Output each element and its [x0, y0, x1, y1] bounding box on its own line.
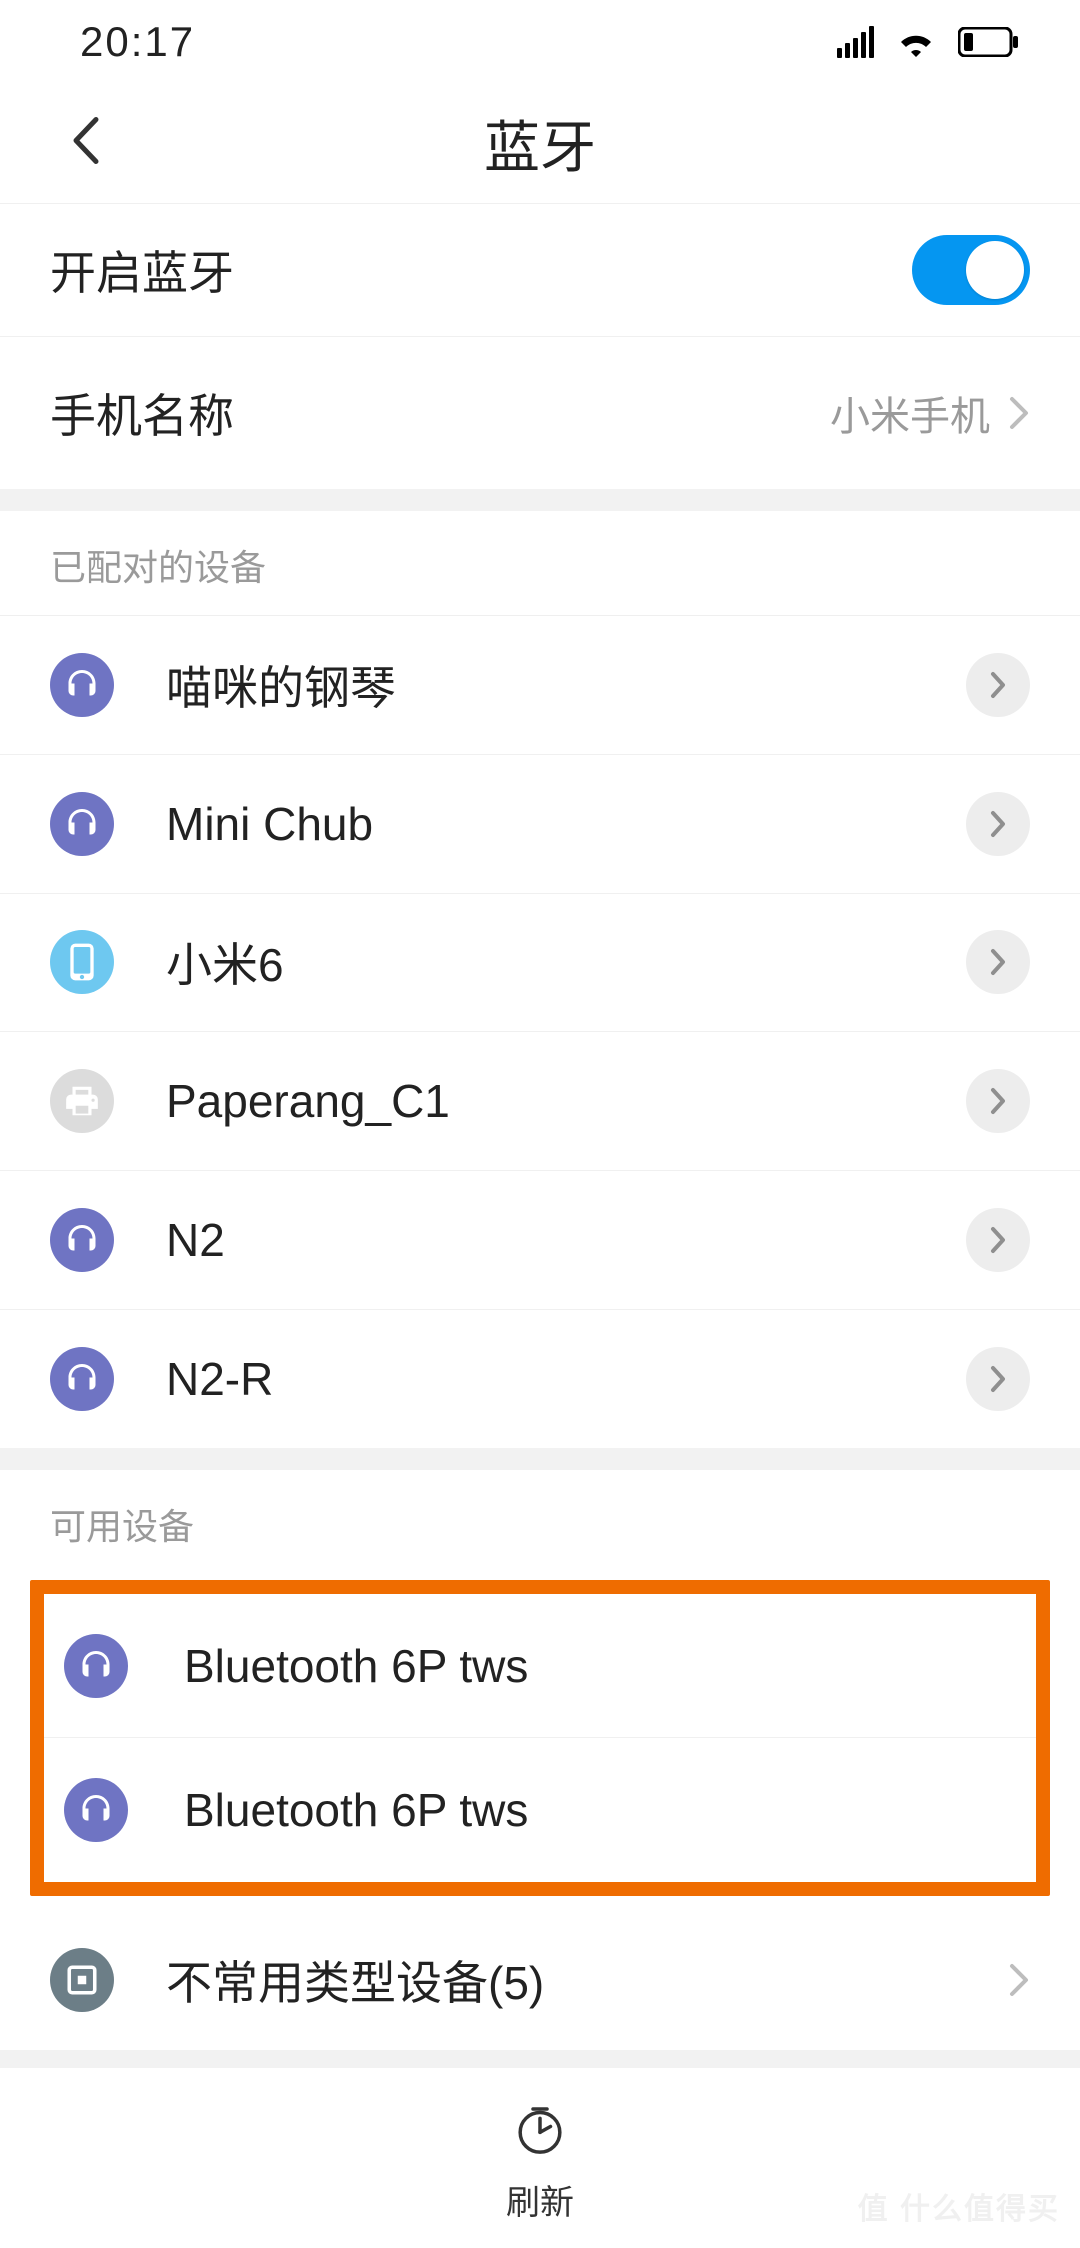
- section-divider: [0, 2050, 1080, 2068]
- refresh-label: 刷新: [506, 2175, 574, 2224]
- phone-name-label: 手机名称: [50, 380, 234, 446]
- highlighted-devices: Bluetooth 6P tws Bluetooth 6P tws: [30, 1580, 1050, 1896]
- page-title: 蓝牙: [484, 103, 596, 184]
- screen: 20:17 蓝牙 开启蓝牙 手机名称 小米手机: [0, 0, 1080, 2248]
- chevron-right-icon: [1008, 395, 1030, 431]
- device-info-button[interactable]: [966, 1069, 1030, 1133]
- phone-name-row[interactable]: 手机名称 小米手机: [0, 337, 1080, 489]
- headset-icon: [50, 1347, 114, 1411]
- chevron-right-icon: [1008, 1962, 1030, 1998]
- device-name: Paperang_C1: [166, 1074, 966, 1128]
- headset-icon: [50, 792, 114, 856]
- uncommon-devices-label: 不常用类型设备(5): [166, 1947, 1008, 2013]
- wifi-icon: [896, 26, 936, 58]
- status-bar: 20:17: [0, 0, 1080, 83]
- paired-section-header: 已配对的设备: [0, 511, 1080, 616]
- device-info-button[interactable]: [966, 930, 1030, 994]
- signal-icon: [837, 26, 874, 58]
- device-info-button[interactable]: [966, 792, 1030, 856]
- paired-device-row[interactable]: N2-R: [0, 1310, 1080, 1449]
- device-name: 喵咪的钢琴: [166, 652, 966, 718]
- paired-device-row[interactable]: Paperang_C1: [0, 1032, 1080, 1171]
- available-device-row[interactable]: Bluetooth 6P tws: [44, 1738, 1036, 1882]
- other-device-icon: [50, 1948, 114, 2012]
- available-section-header: 可用设备: [0, 1470, 1080, 1580]
- watermark: 值 什么值得买: [858, 2184, 1060, 2228]
- device-name: N2-R: [166, 1352, 966, 1406]
- phone-name-value: 小米手机: [830, 384, 990, 442]
- section-divider: [0, 489, 1080, 511]
- paired-device-row[interactable]: 小米6: [0, 894, 1080, 1033]
- timer-icon: [512, 2102, 568, 2163]
- device-name: Bluetooth 6P tws: [184, 1783, 1016, 1837]
- headset-icon: [50, 1208, 114, 1272]
- device-name: N2: [166, 1213, 966, 1267]
- status-time: 20:17: [80, 18, 195, 66]
- phone-icon: [50, 930, 114, 994]
- device-name: Mini Chub: [166, 797, 966, 851]
- bluetooth-label: 开启蓝牙: [50, 237, 234, 303]
- paired-device-row[interactable]: Mini Chub: [0, 755, 1080, 894]
- uncommon-devices-row[interactable]: 不常用类型设备(5): [0, 1911, 1080, 2050]
- device-info-button[interactable]: [966, 1347, 1030, 1411]
- device-info-button[interactable]: [966, 1208, 1030, 1272]
- headset-icon: [50, 653, 114, 717]
- status-icons: [837, 26, 1020, 58]
- device-info-button[interactable]: [966, 653, 1030, 717]
- bluetooth-toggle-row: 开启蓝牙: [0, 203, 1080, 337]
- battery-icon: [958, 27, 1020, 57]
- headset-icon: [64, 1778, 128, 1842]
- available-device-row[interactable]: Bluetooth 6P tws: [44, 1594, 1036, 1738]
- printer-icon: [50, 1069, 114, 1133]
- section-divider: [0, 1448, 1080, 1470]
- headset-icon: [64, 1634, 128, 1698]
- settings-panel: 开启蓝牙 手机名称 小米手机: [0, 203, 1080, 489]
- device-name: Bluetooth 6P tws: [184, 1639, 1016, 1693]
- back-button[interactable]: [60, 106, 110, 181]
- bluetooth-toggle[interactable]: [912, 235, 1030, 305]
- device-name: 小米6: [166, 929, 966, 995]
- paired-device-row[interactable]: N2: [0, 1171, 1080, 1310]
- paired-device-row[interactable]: 喵咪的钢琴: [0, 616, 1080, 755]
- page-header: 蓝牙: [0, 83, 1080, 203]
